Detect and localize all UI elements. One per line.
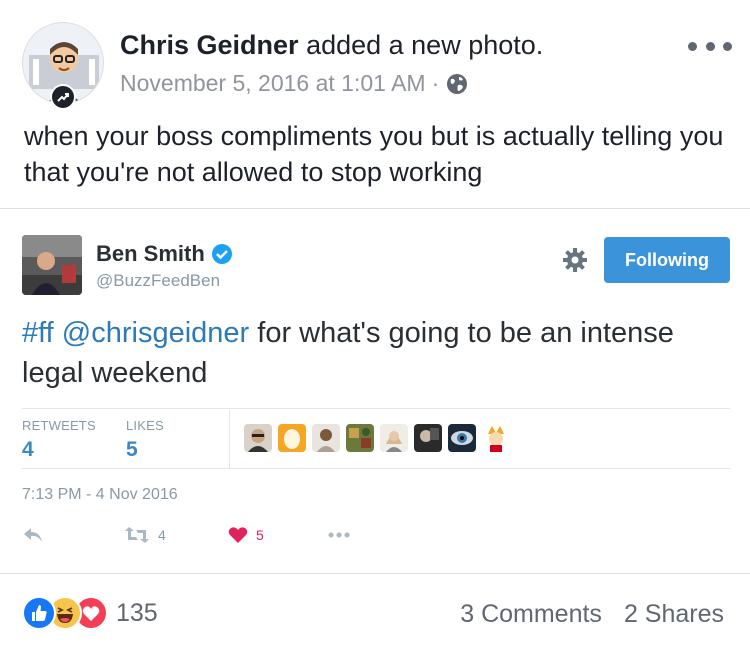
liker-avatars <box>244 424 510 452</box>
retweets-value: 4 <box>22 438 34 461</box>
reply-icon <box>24 528 42 542</box>
heart-icon <box>228 527 248 543</box>
tweet-divider <box>22 408 730 409</box>
tweet-timestamp: 7:13 PM - 4 Nov 2016 <box>22 486 178 503</box>
following-button: Following <box>604 237 730 283</box>
retweets-label: RETWEETS <box>22 418 96 433</box>
retweet-count: 4 <box>158 527 166 543</box>
like-reaction-icon <box>22 596 56 630</box>
post-header: Chris Geidner added a new photo. Novembe… <box>22 22 732 110</box>
post-meta: November 5, 2016 at 1:01 AM · <box>120 70 469 97</box>
reply-action <box>22 526 44 544</box>
likes-label: LIKES <box>126 418 164 433</box>
liker-avatar <box>380 424 408 452</box>
post-message: when your boss compliments you but is ac… <box>24 121 724 187</box>
retweet-action: 4 <box>124 526 166 544</box>
author-name-link[interactable]: Chris Geidner <box>120 30 299 60</box>
tweet-actions: 4 5 <box>22 526 362 552</box>
liker-avatar <box>482 424 510 452</box>
tweet-author-handle: @BuzzFeedBen <box>96 271 221 290</box>
retweet-icon <box>125 527 149 543</box>
reactions-summary[interactable]: 135 <box>22 596 158 630</box>
divider <box>0 573 750 574</box>
post-action-text: added a new photo. <box>306 30 544 60</box>
liker-avatar <box>448 424 476 452</box>
reactions-count: 135 <box>116 598 158 627</box>
tweet-divider <box>22 468 730 469</box>
more-horizontal-icon[interactable] <box>688 36 732 56</box>
post-timestamp[interactable]: November 5, 2016 at 1:01 AM <box>120 70 426 97</box>
tweet-name-row: Ben Smith <box>96 241 233 267</box>
gear-icon <box>563 248 587 272</box>
like-action: 5 <box>228 526 264 544</box>
meta-separator: · <box>431 70 440 96</box>
retweets-stat: RETWEETS <box>22 418 96 433</box>
liker-avatar <box>244 424 272 452</box>
likes-stat: LIKES <box>126 418 164 433</box>
shares-link[interactable]: 2 Shares <box>624 600 724 629</box>
more-tweet-icon <box>328 532 350 538</box>
tweet-author-avatar <box>22 235 82 295</box>
post-author-line: Chris Geidner added a new photo. <box>120 30 543 61</box>
tweet-text: #ff @chrisgeidner for what's going to be… <box>22 313 722 393</box>
tweet-screenshot[interactable]: Ben Smith @BuzzFeedBen Following #ff @ch… <box>0 209 750 573</box>
trending-badge-icon <box>50 84 76 110</box>
tweet-hashtag: #ff <box>22 317 54 349</box>
tweet-mention: @chrisgeidner <box>61 317 250 349</box>
globe-icon[interactable] <box>445 72 469 96</box>
stats-separator <box>229 410 230 468</box>
comments-link[interactable]: 3 Comments <box>460 600 602 629</box>
engagement-links: 3 Comments 2 Shares <box>460 600 724 629</box>
tweet-author-name: Ben Smith <box>96 241 205 266</box>
liker-avatar <box>346 424 374 452</box>
verified-badge-icon <box>211 244 232 264</box>
likes-value: 5 <box>126 438 138 461</box>
liker-avatar <box>312 424 340 452</box>
liker-avatar <box>414 424 442 452</box>
like-count: 5 <box>256 527 264 543</box>
liker-avatar <box>278 424 306 452</box>
